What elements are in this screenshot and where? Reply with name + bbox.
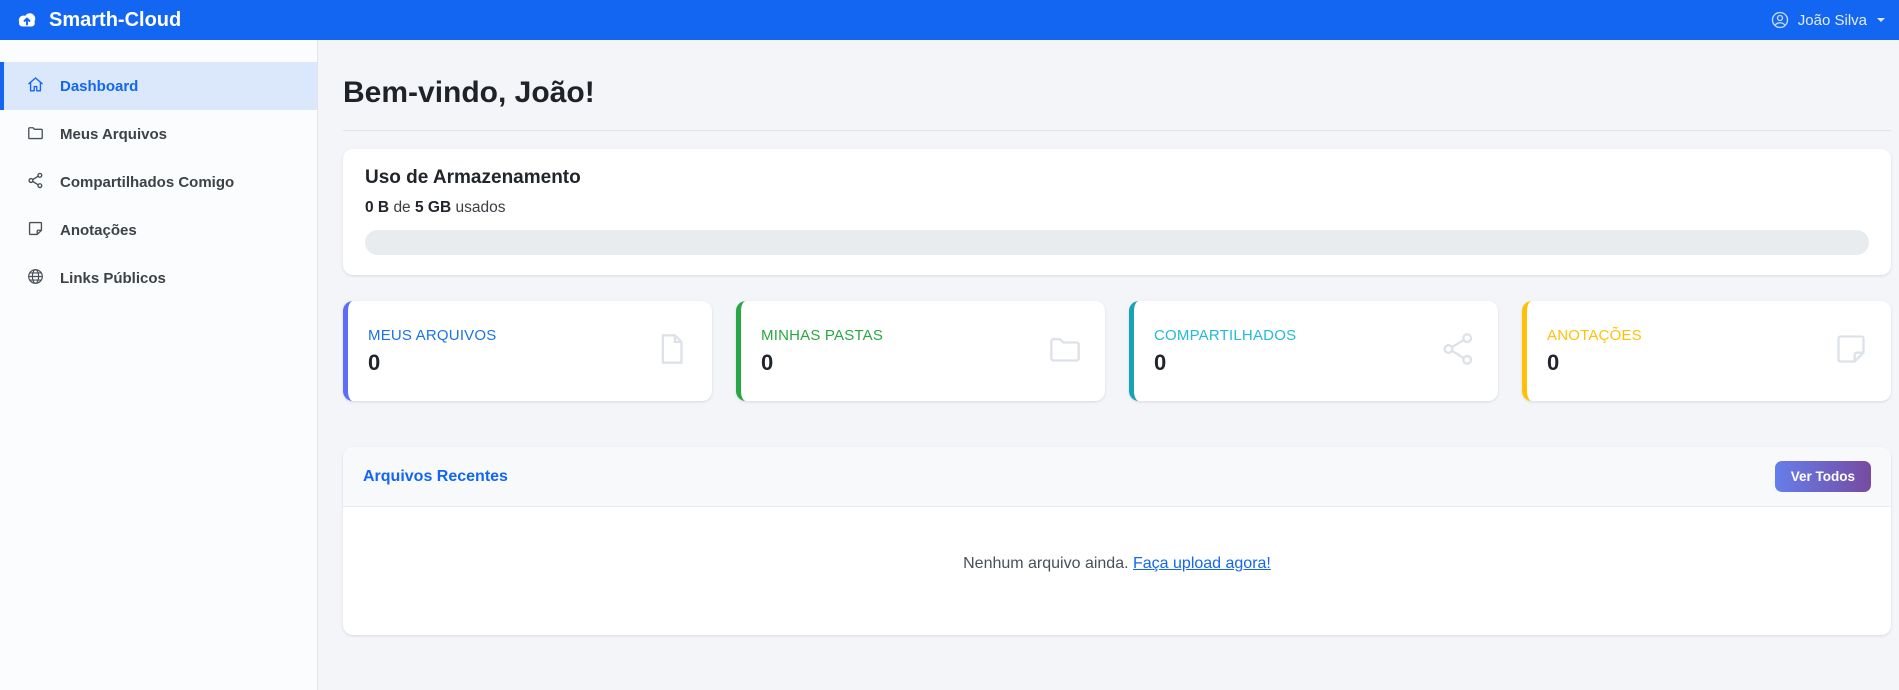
- user-menu[interactable]: João Silva: [1770, 10, 1885, 30]
- welcome-divider: [343, 130, 1891, 131]
- sidebar-item-links-publicos[interactable]: Links Públicos: [0, 254, 317, 302]
- file-icon: [652, 329, 692, 374]
- stat-value: 0: [368, 349, 381, 375]
- main-content: Bem-vindo, João! Uso de Armazenamento 0 …: [318, 40, 1899, 690]
- sidebar-item-label: Dashboard: [60, 77, 139, 95]
- sidebar-item-meus-arquivos[interactable]: Meus Arquivos: [0, 110, 317, 158]
- sidebar: Dashboard Meus Arquivos Compartilhados C…: [0, 40, 318, 690]
- folder-icon: [26, 123, 45, 146]
- sidebar-item-label: Links Públicos: [60, 269, 166, 287]
- recent-files-title: Arquivos Recentes: [363, 467, 508, 485]
- ver-todos-button[interactable]: Ver Todos: [1774, 461, 1871, 492]
- sidebar-item-label: Compartilhados Comigo: [60, 173, 235, 191]
- page-title: Bem-vindo, João!: [343, 76, 595, 109]
- stat-card-anotacoes: ANOTAÇÕES 0: [1522, 301, 1891, 401]
- upload-now-link[interactable]: Faça upload agora!: [1133, 555, 1271, 572]
- stat-value: 0: [1547, 349, 1560, 375]
- stat-card-minhas-pastas: MINHAS PASTAS 0: [736, 301, 1105, 401]
- share-icon: [1438, 329, 1478, 374]
- stat-card-compartilhados: COMPARTILHADOS 0: [1129, 301, 1498, 401]
- storage-usage-text: 0 B de 5 GB usados: [365, 199, 506, 216]
- stat-label: ANOTAÇÕES: [1547, 326, 1642, 344]
- note-icon: [1831, 329, 1871, 374]
- empty-state-text: Nenhum arquivo ainda.: [963, 555, 1129, 572]
- sidebar-item-label: Meus Arquivos: [60, 125, 167, 143]
- top-navbar: Smarth-Cloud João Silva: [0, 0, 1899, 40]
- storage-used: 0 B: [365, 199, 390, 216]
- folder-icon: [1045, 329, 1085, 374]
- stats-row: MEUS ARQUIVOS 0 MINHAS PASTAS 0 COMPARTI…: [343, 301, 1891, 401]
- stat-label: MINHAS PASTAS: [761, 326, 884, 344]
- share-icon: [26, 171, 45, 194]
- recent-files-header: Arquivos Recentes Ver Todos: [343, 447, 1891, 507]
- stat-label: MEUS ARQUIVOS: [368, 326, 497, 344]
- sidebar-item-dashboard[interactable]: Dashboard: [0, 62, 317, 110]
- sidebar-item-compartilhados[interactable]: Compartilhados Comigo: [0, 158, 317, 206]
- recent-files-empty-state: Nenhum arquivo ainda. Faça upload agora!: [343, 507, 1891, 635]
- brand-label: Smarth-Cloud: [49, 8, 182, 31]
- sidebar-item-label: Anotações: [60, 221, 137, 239]
- sidebar-item-anotacoes[interactable]: Anotações: [0, 206, 317, 254]
- storage-progressbar: [365, 230, 1869, 255]
- storage-card: Uso de Armazenamento 0 B de 5 GB usados: [343, 149, 1891, 275]
- brand[interactable]: Smarth-Cloud: [14, 7, 181, 33]
- storage-title: Uso de Armazenamento: [365, 167, 581, 188]
- user-name: João Silva: [1797, 11, 1867, 29]
- note-icon: [26, 219, 45, 242]
- stat-value: 0: [761, 349, 774, 375]
- recent-files-card: Arquivos Recentes Ver Todos Nenhum arqui…: [343, 447, 1891, 635]
- caret-down-icon: [1877, 18, 1885, 22]
- globe-icon: [26, 267, 45, 290]
- stat-card-meus-arquivos: MEUS ARQUIVOS 0: [343, 301, 712, 401]
- house-icon: [26, 75, 45, 98]
- cloud-upload-icon: [14, 7, 40, 33]
- stat-label: COMPARTILHADOS: [1154, 326, 1297, 344]
- stat-value: 0: [1154, 349, 1167, 375]
- storage-total: 5 GB: [415, 199, 452, 216]
- person-circle-icon: [1770, 10, 1790, 30]
